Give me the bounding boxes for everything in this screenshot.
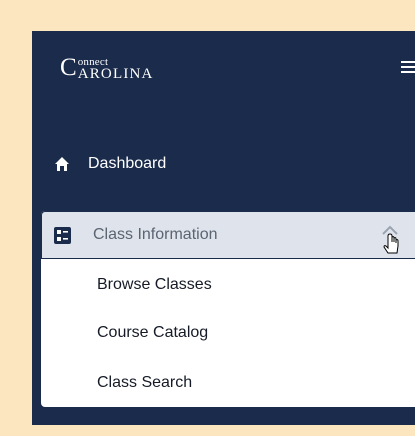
class-information-dropdown: Class Information Browse Classes Course … [41,211,415,407]
menu-item-browse-classes[interactable]: Browse Classes [97,275,212,295]
hand-cursor-icon [383,233,399,254]
sidebar-item-class-information[interactable]: Class Information [41,211,415,259]
sidebar-panel: Connect AROLINA Dashboard Class Informati… [32,31,415,425]
logo-c: C [60,54,77,81]
class-info-icon [54,226,71,244]
home-icon [55,157,69,171]
connectcarolina-logo: Connect AROLINA [60,54,154,82]
sidebar-item-label: Dashboard [88,155,167,172]
sidebar-item-label: Class Information [93,226,218,243]
chevron-up-icon[interactable] [377,222,403,256]
sidebar-item-dashboard[interactable]: Dashboard [54,152,166,176]
menu-item-class-search[interactable]: Class Search [97,373,192,393]
menu-item-course-catalog[interactable]: Course Catalog [97,323,208,343]
logo-carolina: AROLINA [77,66,154,82]
menu-icon[interactable] [401,61,415,75]
